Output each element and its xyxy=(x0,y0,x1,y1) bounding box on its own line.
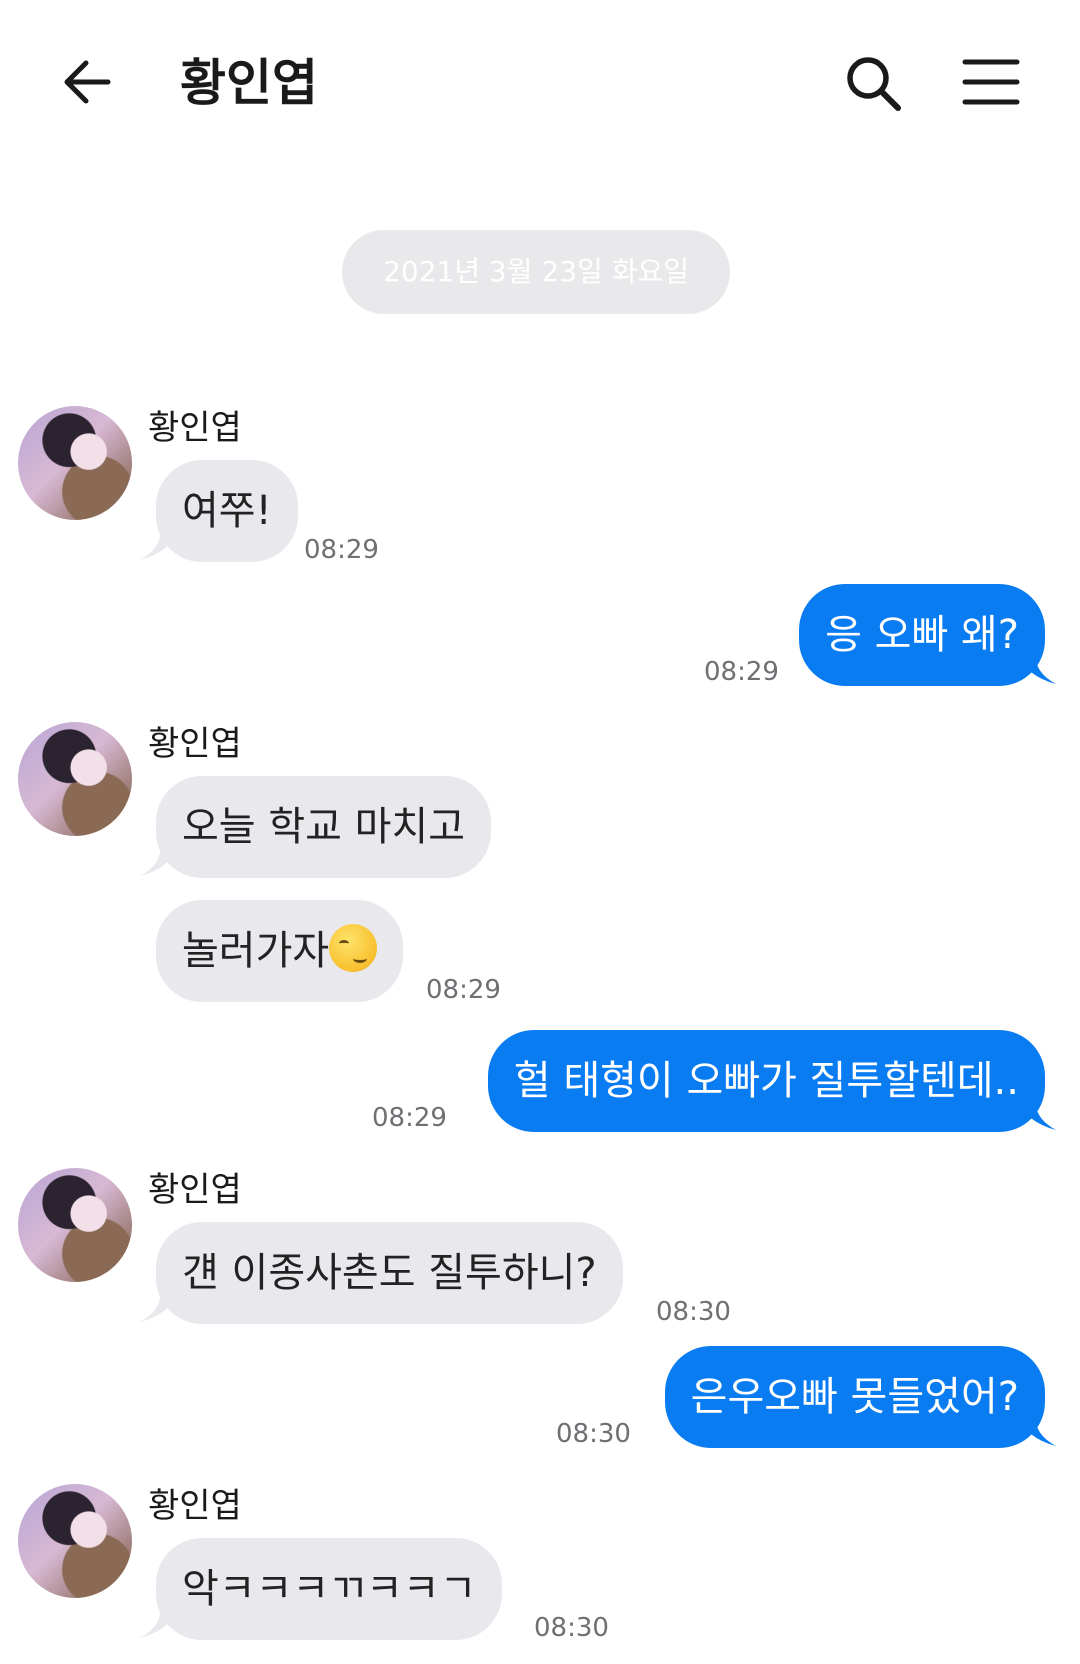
sender-name: 황인엽 xyxy=(148,1486,242,1526)
message-time: 08:29 xyxy=(704,657,779,687)
hamburger-menu-icon[interactable] xyxy=(962,56,1020,108)
chat-header: 황인엽 xyxy=(0,0,1080,170)
message-time: 08:30 xyxy=(656,1297,731,1327)
message-bubble[interactable]: 놀러가자 xyxy=(156,900,404,1002)
message-time: 08:29 xyxy=(304,535,379,565)
sender-name: 황인엽 xyxy=(148,724,242,764)
avatar[interactable] xyxy=(18,1168,132,1282)
message-time: 08:30 xyxy=(556,1419,631,1449)
arrow-left-icon[interactable] xyxy=(58,52,118,112)
avatar[interactable] xyxy=(18,1484,132,1598)
sender-name: 황인엽 xyxy=(148,1170,242,1210)
avatar[interactable] xyxy=(18,722,132,836)
smirking-face-emoji xyxy=(329,924,378,972)
chat-title: 황인엽 xyxy=(180,54,318,112)
sender-name: 황인엽 xyxy=(148,408,242,448)
message-bubble[interactable]: 악ㅋㅋㅋㄲㅋㅋㄱ xyxy=(156,1538,503,1640)
message-time: 08:29 xyxy=(426,975,501,1005)
message-bubble[interactable]: 걘 이종사촌도 질투하니? xyxy=(156,1222,623,1324)
search-icon[interactable] xyxy=(842,52,906,116)
message-time: 08:29 xyxy=(372,1103,447,1133)
message-bubble[interactable]: 헐 태형이 오빠가 질투할텐데.. xyxy=(487,1030,1045,1132)
avatar[interactable] xyxy=(18,406,132,520)
message-bubble[interactable]: 오늘 학교 마치고 xyxy=(156,776,492,878)
date-divider: 2021년 3월 23일 화요일 xyxy=(342,230,730,314)
message-text: 놀러가자 xyxy=(182,928,330,974)
message-time: 08:30 xyxy=(534,1613,609,1643)
message-bubble[interactable]: 은우오빠 못들었어? xyxy=(664,1346,1045,1448)
message-bubble[interactable]: 응 오빠 왜? xyxy=(799,584,1045,686)
message-bubble[interactable]: 여쭈! xyxy=(156,460,298,562)
